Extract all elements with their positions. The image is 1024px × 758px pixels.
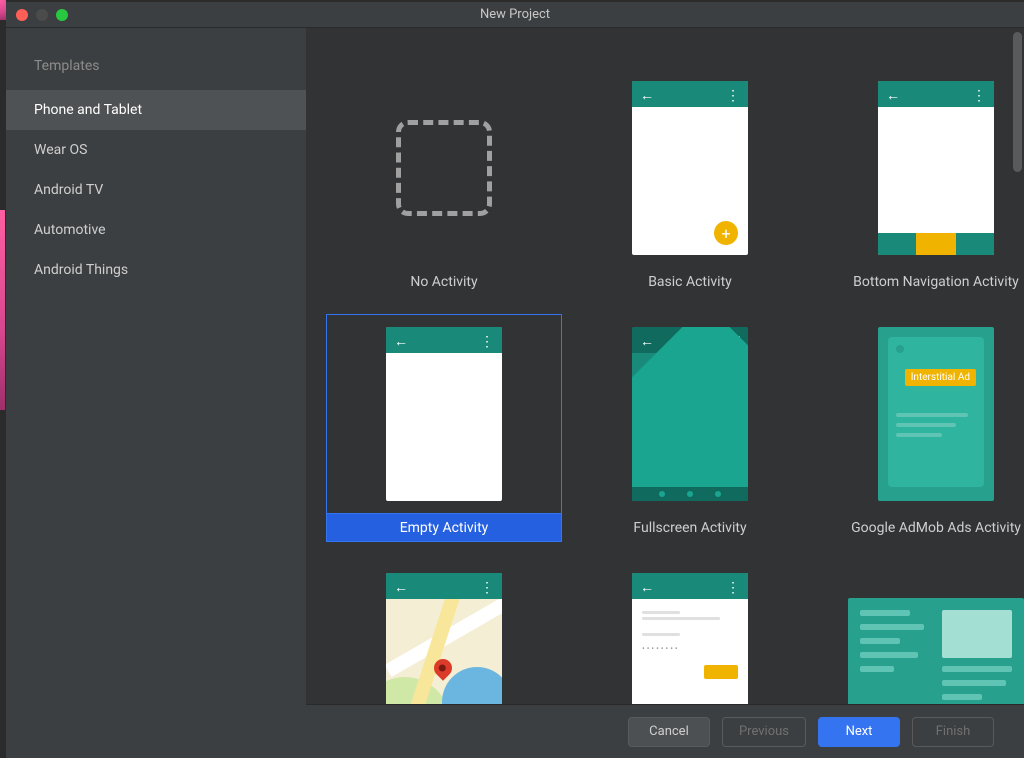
overflow-menu-icon	[726, 85, 740, 104]
sidebar-item-android-things[interactable]: Android Things	[6, 250, 306, 290]
back-arrow-icon	[394, 331, 408, 350]
back-arrow-icon	[640, 577, 654, 596]
sidebar-header: Templates	[6, 48, 306, 90]
overflow-menu-icon	[726, 577, 740, 596]
dialog-footer: Cancel Previous Next Finish	[306, 704, 1024, 758]
background-decoration	[0, 210, 5, 410]
template-label: Basic Activity	[572, 268, 808, 296]
sidebar: Templates Phone and Tablet Wear OS Andro…	[6, 28, 306, 758]
interstitial-ad-label: Interstitial Ad	[905, 369, 976, 386]
template-grid: No Activity + Basic Activity	[326, 28, 1004, 758]
finish-button: Finish	[912, 717, 994, 747]
template-label: No Activity	[326, 268, 562, 296]
template-label: Empty Activity	[326, 514, 562, 542]
basic-activity-preview: +	[632, 81, 748, 255]
overflow-menu-icon	[972, 85, 986, 104]
template-card-bottom-navigation-activity[interactable]: Bottom Navigation Activity	[818, 68, 1024, 296]
no-activity-icon	[396, 120, 492, 216]
back-arrow-icon	[886, 85, 900, 104]
close-window-button[interactable]	[16, 9, 28, 21]
sidebar-item-android-tv[interactable]: Android TV	[6, 170, 306, 210]
template-card-fullscreen-activity[interactable]: Fullscreen Activity	[572, 314, 808, 542]
fullscreen-activity-preview	[632, 327, 748, 501]
next-button[interactable]: Next	[818, 717, 900, 747]
back-arrow-icon	[394, 577, 408, 596]
template-card-basic-activity[interactable]: + Basic Activity	[572, 68, 808, 296]
window-title: New Project	[6, 7, 1024, 22]
bottom-navigation-preview	[878, 81, 994, 255]
template-label: Bottom Navigation Activity	[818, 268, 1024, 296]
template-card-no-activity[interactable]: No Activity	[326, 68, 562, 296]
cancel-button[interactable]: Cancel	[628, 717, 710, 747]
scrollbar[interactable]	[1013, 32, 1022, 172]
dialog-body: Templates Phone and Tablet Wear OS Andro…	[6, 28, 1024, 758]
window-controls	[16, 9, 68, 21]
previous-button: Previous	[722, 717, 806, 747]
new-project-window: New Project Templates Phone and Tablet W…	[6, 2, 1024, 758]
back-arrow-icon	[640, 85, 654, 104]
sidebar-item-phone-and-tablet[interactable]: Phone and Tablet	[6, 90, 306, 130]
minimize-window-button[interactable]	[36, 9, 48, 21]
admob-activity-preview: Interstitial Ad	[878, 327, 994, 501]
fab-icon: +	[714, 221, 738, 245]
maximize-window-button[interactable]	[56, 9, 68, 21]
sidebar-item-automotive[interactable]: Automotive	[6, 210, 306, 250]
template-gallery: No Activity + Basic Activity	[306, 28, 1024, 758]
template-card-google-admob-ads-activity[interactable]: Interstitial Ad Google AdMob Ads Activit…	[818, 314, 1024, 542]
titlebar: New Project	[6, 2, 1024, 28]
overflow-menu-icon	[480, 331, 494, 350]
back-arrow-icon	[640, 331, 654, 350]
template-label: Fullscreen Activity	[572, 514, 808, 542]
empty-activity-preview	[386, 327, 502, 501]
overflow-menu-icon	[480, 577, 494, 596]
sidebar-item-wear-os[interactable]: Wear OS	[6, 130, 306, 170]
template-label: Google AdMob Ads Activity	[818, 514, 1024, 542]
template-card-empty-activity[interactable]: Empty Activity	[326, 314, 562, 542]
